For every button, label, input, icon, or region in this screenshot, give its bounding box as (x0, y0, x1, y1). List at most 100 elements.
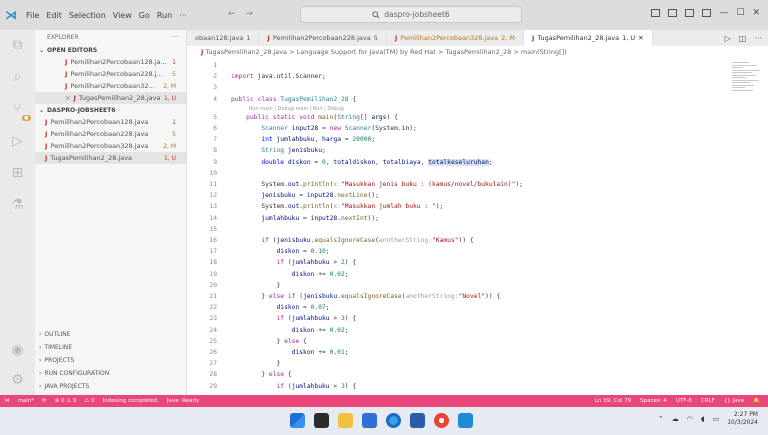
editor-tab[interactable]: obaan128.java 1 (187, 30, 260, 46)
sync-icon[interactable]: ⟳ (42, 398, 47, 404)
cursor-position[interactable]: Ln 39, Col 79 (595, 398, 631, 404)
cloud-icon[interactable]: ☁ (672, 415, 679, 423)
open-editor-item[interactable]: J Pemilihan2Percobaan32... 2, M (35, 80, 186, 92)
open-editors-section[interactable]: ⌄ OPEN EDITORS (35, 44, 186, 56)
code-line[interactable]: if (jumlahbuku > 2) { (231, 259, 357, 266)
outline-section[interactable]: › OUTLINE (35, 328, 186, 341)
project-file-item[interactable]: J TugasPemilihan2_28.java 1, U (35, 152, 186, 164)
minimize-icon[interactable]: — (719, 8, 728, 18)
chevron-up-icon[interactable]: ⌃ (658, 415, 664, 423)
menu-view[interactable]: View (113, 11, 132, 20)
project-file-item[interactable]: J Pemilihan2Percobaan228.java 5 (35, 128, 186, 140)
code-line[interactable]: String jenisbuku; (231, 147, 325, 154)
close-icon[interactable]: × (65, 94, 70, 102)
menu-selection[interactable]: Selection (69, 11, 106, 20)
testing-icon[interactable]: ⚗ (9, 196, 27, 214)
run-debug-icon[interactable]: ▷ (9, 132, 27, 150)
command-search-input[interactable]: daspro-jobsheet6 (300, 6, 522, 23)
menu-file[interactable]: File (26, 11, 39, 20)
explorer-icon[interactable]: ⧉ (9, 36, 27, 54)
open-editor-item[interactable]: J Pemilihan2Percobaan128.ja... 1 (35, 56, 186, 68)
back-arrow-icon[interactable]: ← (228, 9, 236, 19)
toggle-sidebar-icon[interactable] (651, 9, 661, 17)
code-line[interactable]: if (jenisbuku.equalsIgnoreCase(anotherSt… (231, 237, 473, 244)
code-line[interactable]: diskon = 0.07; (231, 304, 330, 311)
run-configuration-section[interactable]: › RUN CONFIGURATION (35, 367, 186, 380)
menu-run[interactable]: Run (157, 11, 172, 20)
branch-status[interactable]: main* (18, 398, 35, 404)
extensions-icon[interactable]: ⊞ (9, 164, 27, 182)
code-editor[interactable]: 1 2 import java.util.Scanner; 3 4 public clas… (187, 58, 768, 395)
editor-tab[interactable]: J Pemilihan2Percobaan228.java 5 (259, 30, 387, 46)
project-file-item[interactable]: J Pemilihan2Percobaan128.java 1 (35, 116, 186, 128)
language-mode-status[interactable]: {} Java (724, 398, 744, 404)
maximize-icon[interactable]: ☐ (736, 8, 744, 18)
open-editor-item[interactable]: J Pemilihan2Percobaan228.j... 5 (35, 68, 186, 80)
warnings-status[interactable]: ⚠ 0 (84, 398, 94, 404)
project-file-item[interactable]: J Pemilihan2Percobaan328.java 2, M (35, 140, 186, 152)
app-icon[interactable] (362, 413, 377, 428)
problems-status[interactable]: ⊗ 0 ⚠ 9 (55, 398, 77, 404)
code-line[interactable]: System.out.println(x:"Masukkan jenis buk… (231, 181, 523, 188)
breadcrumb-path[interactable]: TugasPemilihan2_28.java > Language Suppo… (205, 48, 566, 56)
code-line[interactable]: diskon = 0.10; (231, 248, 330, 255)
settings-gear-icon[interactable]: ⚙ (9, 371, 27, 389)
code-line[interactable]: Scanner input28 = new Scanner(System.in)… (231, 125, 417, 132)
windows-start-icon[interactable] (290, 413, 305, 428)
java-projects-section[interactable]: › JAVA PROJECTS (35, 380, 186, 393)
code-line[interactable]: public class TugasPemilihan2_28 { (231, 96, 356, 103)
code-line[interactable]: diskon += 0.02; (231, 327, 349, 334)
customize-layout-icon[interactable] (702, 9, 712, 17)
editor-tab[interactable]: J TugasPemilihan2_28.java 1, U ✕ (524, 30, 653, 46)
menu-edit[interactable]: Edit (46, 11, 62, 20)
code-line[interactable]: diskon += 0.01; (231, 349, 349, 356)
timeline-section[interactable]: › TIMELINE (35, 341, 186, 354)
run-icon[interactable]: ▷ (725, 34, 731, 43)
code-line[interactable]: diskon += 0.02; (231, 271, 349, 278)
close-icon[interactable]: ✕ (752, 8, 760, 18)
line-ending-status[interactable]: CRLF (701, 398, 715, 404)
split-editor-icon[interactable]: ◫ (739, 34, 747, 43)
more-actions-icon[interactable]: ··· (754, 34, 762, 43)
explorer-more-button[interactable]: ··· (172, 34, 178, 41)
battery-icon[interactable]: ▭ (713, 415, 720, 423)
code-line[interactable]: if (jumlahbuku > 3) { (231, 383, 357, 390)
open-editor-item[interactable]: × J TugasPemilihan2_28.java 1, U (35, 92, 186, 104)
word-icon[interactable] (410, 413, 425, 428)
code-line[interactable]: jumlahbuku = input28.nextInt(); (231, 215, 379, 222)
code-line[interactable]: if (jumlahbuku > 3) { (231, 315, 357, 322)
code-line[interactable]: import java.util.Scanner; (231, 73, 326, 80)
editor-tab[interactable]: J Pemilihan2Percobaan328.java 2, M (387, 30, 525, 46)
task-view-icon[interactable] (314, 413, 329, 428)
code-line[interactable]: double diskon = 0, totaldiskon, totalbia… (231, 158, 493, 166)
code-line[interactable]: public static void main(String[] args) { (231, 114, 398, 121)
close-tab-icon[interactable]: ✕ (638, 34, 643, 42)
code-line[interactable]: int jumlahbuku, harga = 20000; (231, 136, 375, 143)
encoding-status[interactable]: UTF-8 (676, 398, 692, 404)
clock[interactable]: 2:27 PM 10/3/2024 (727, 411, 758, 427)
code-line[interactable]: } (231, 360, 280, 367)
project-section[interactable]: ⌄ DASPRO-JOBSHEET6 (35, 104, 186, 116)
notifications-icon[interactable]: 🔔 (753, 398, 760, 404)
java-status[interactable]: Java: Ready (167, 398, 199, 404)
code-line[interactable]: } else { (231, 371, 291, 378)
code-line[interactable]: } else { (231, 338, 306, 345)
forward-arrow-icon[interactable]: → (246, 9, 254, 19)
source-control-icon[interactable]: ⑂ ● (9, 100, 31, 121)
account-icon[interactable]: ◉ (9, 341, 27, 359)
toggle-secondary-sidebar-icon[interactable] (685, 9, 695, 17)
edge-browser-icon[interactable] (386, 413, 401, 428)
vscode-taskbar-icon[interactable] (458, 413, 473, 428)
file-explorer-icon[interactable] (338, 413, 353, 428)
code-line[interactable]: } else if (jenisbuku.equalsIgnoreCase(an… (231, 293, 500, 300)
projects-section[interactable]: › PROJECTS (35, 354, 186, 367)
volume-icon[interactable]: ◖ (701, 415, 705, 423)
remote-icon[interactable]: ⋊ (4, 398, 10, 404)
toggle-panel-icon[interactable] (668, 9, 678, 17)
menu-go[interactable]: Go (139, 11, 150, 20)
indentation-status[interactable]: Spaces: 4 (640, 398, 667, 404)
wifi-icon[interactable]: ◠ (687, 415, 693, 423)
search-icon[interactable]: ⌕ (9, 68, 27, 86)
code-line[interactable]: jenisbuku = input28.nextLine(); (231, 192, 379, 199)
menu-more[interactable]: ··· (179, 11, 187, 20)
